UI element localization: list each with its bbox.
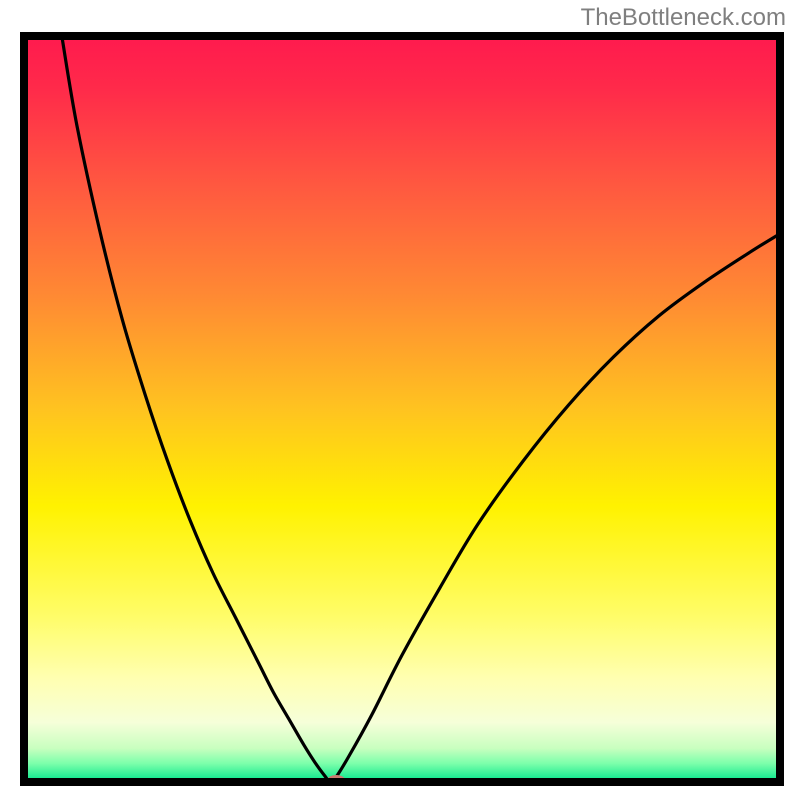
watermark-text: TheBottleneck.com (581, 4, 786, 32)
chart-svg (0, 0, 800, 800)
bottleneck-chart: TheBottleneck.com (0, 0, 800, 800)
plot-background (24, 36, 780, 782)
